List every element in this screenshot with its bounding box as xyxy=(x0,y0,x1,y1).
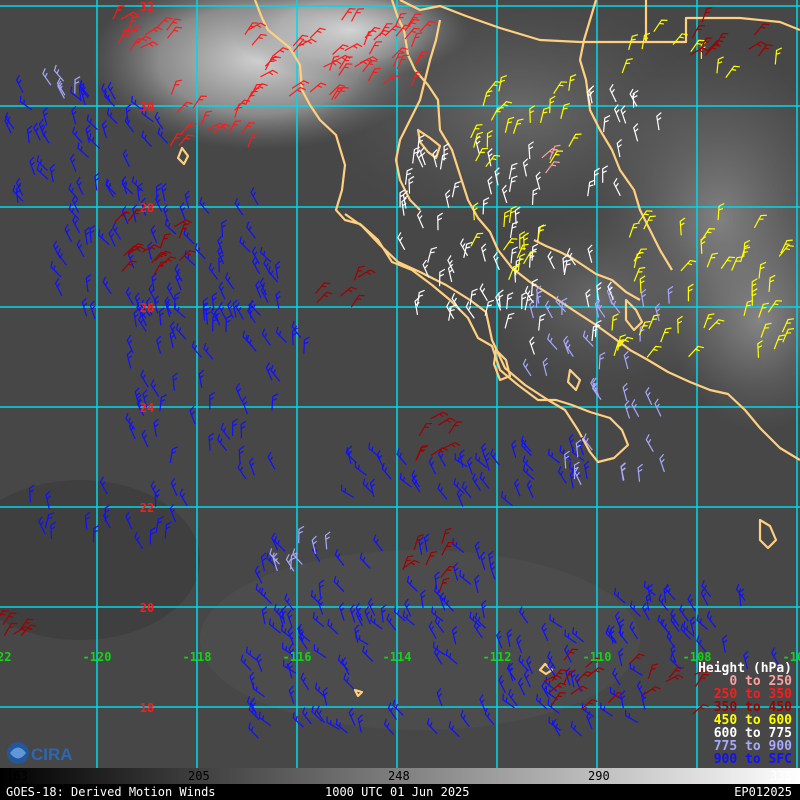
longitude-label: -110 xyxy=(583,650,612,664)
map-svg: 32 30 28 26 24 22 20 18 -122 -120 -118 -116 -114 -112… xyxy=(0,0,800,768)
colorbar-tick: 205 xyxy=(188,769,210,783)
colorbar-tick: 248 xyxy=(388,769,410,783)
temperature-colorbar: 163 205 248 290 333 xyxy=(0,768,800,784)
longitude-label: -116 xyxy=(283,650,312,664)
cira-logo-icon: CIRA xyxy=(7,742,73,764)
longitude-label: -114 xyxy=(383,650,412,664)
colorbar-tick: 290 xyxy=(588,769,610,783)
colorbar-tick: 163 xyxy=(6,769,28,783)
height-legend: Height (hPa) 0 to 250 250 to 350 350 to … xyxy=(698,662,792,766)
longitude-label: -118 xyxy=(183,650,212,664)
longitude-label: -122 xyxy=(0,650,11,664)
colorbar-tick: 333 xyxy=(770,769,792,783)
colorbar-labels: 163 205 248 290 333 xyxy=(0,768,800,784)
latitude-label: 26 xyxy=(140,301,154,315)
storm-id: EP012025 xyxy=(734,785,792,799)
valid-time: 1000 UTC 01 Jun 2025 xyxy=(325,785,470,799)
latitude-label: 20 xyxy=(140,601,154,615)
satellite-image-panel: 32 30 28 26 24 22 20 18 -122 -120 -118 -116 -114 -112… xyxy=(0,0,800,768)
latitude-label: 28 xyxy=(140,201,154,215)
legend-item: 900 to SFC xyxy=(713,752,792,767)
latitude-label: 22 xyxy=(140,501,154,515)
longitude-label: -112 xyxy=(483,650,512,664)
latitude-label: 32 xyxy=(140,0,154,14)
latitude-label: 24 xyxy=(140,401,154,415)
latitude-label: 18 xyxy=(140,701,154,715)
product-title: GOES-18: Derived Motion Winds xyxy=(6,785,216,799)
longitude-label: -120 xyxy=(83,650,112,664)
logo-text: CIRA xyxy=(31,745,73,764)
latitude-label: 30 xyxy=(140,100,154,114)
footer-bar: GOES-18: Derived Motion Winds 1000 UTC 0… xyxy=(0,784,800,800)
